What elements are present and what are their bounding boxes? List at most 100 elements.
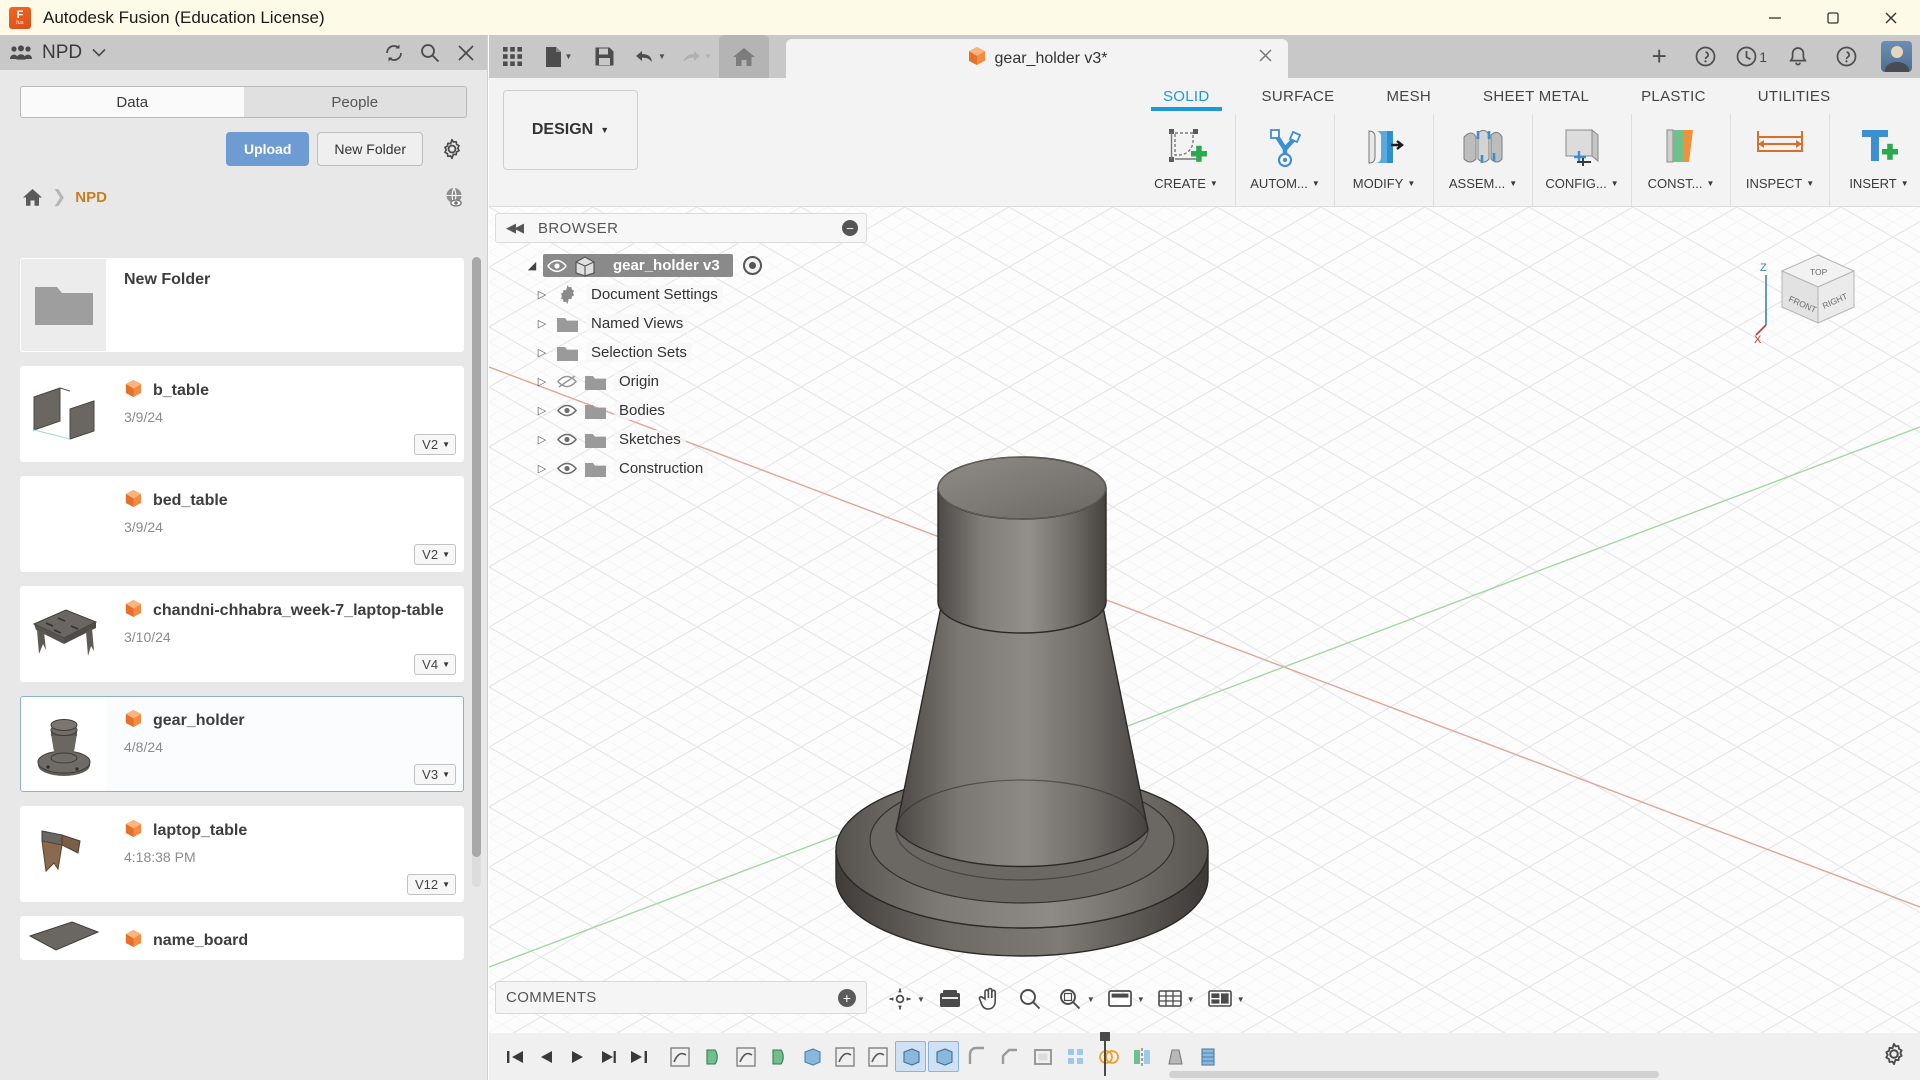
chevron-down-icon[interactable]: ▼ <box>704 52 712 61</box>
avatar[interactable] <box>1881 41 1912 72</box>
timeline-feature-sketch[interactable] <box>829 1041 860 1072</box>
timeline-feature-draft[interactable] <box>1159 1041 1190 1072</box>
tree-node-origin[interactable]: ▷ Origin <box>495 367 867 396</box>
timeline-feature-thread[interactable] <box>1192 1041 1223 1072</box>
expand-arrow-icon[interactable]: ▷ <box>531 317 553 330</box>
list-item[interactable]: New Folder <box>20 258 464 352</box>
tree-node-bodies[interactable]: ▷ Bodies <box>495 396 867 425</box>
tree-node-document-settings[interactable]: ▷ Document Settings <box>495 280 867 309</box>
pan-hand-icon[interactable] <box>971 980 1009 1018</box>
ribbon-group-modify[interactable]: MODIFY ▼ <box>1335 114 1434 206</box>
timeline-scrollbar[interactable] <box>1169 1071 1659 1078</box>
ribbon-group-configure[interactable]: CONFIG... ▼ <box>1533 114 1632 206</box>
redo-icon[interactable]: ▼ <box>673 35 719 78</box>
list-item[interactable]: gear_holder 4/8/24 V3 ▼ <box>20 696 464 792</box>
timeline-feature-chamfer[interactable] <box>994 1041 1025 1072</box>
eye-visible-icon[interactable] <box>553 432 581 447</box>
undo-icon[interactable]: ▼ <box>627 35 673 78</box>
step-back-icon[interactable] <box>530 1041 561 1072</box>
timeline-feature-sketch[interactable] <box>730 1041 761 1072</box>
grid-snap-icon[interactable] <box>1151 980 1189 1018</box>
tab-surface[interactable]: SURFACE <box>1236 78 1361 111</box>
close-icon[interactable] <box>1862 0 1920 35</box>
list-item[interactable]: chandni-chhabra_week-7_laptop-table 3/10… <box>20 586 464 682</box>
list-item[interactable]: name_board 4:18:38 PM <box>20 916 464 960</box>
tree-node-selection-sets[interactable]: ▷ Selection Sets <box>495 338 867 367</box>
tab-sheet-metal[interactable]: SHEET METAL <box>1457 78 1615 111</box>
home-icon[interactable] <box>719 35 769 78</box>
chevron-down-icon[interactable]: ▼ <box>1187 995 1195 1004</box>
globe-visibility-icon[interactable] <box>443 186 467 208</box>
orbit-icon[interactable] <box>881 980 919 1018</box>
timeline-feature-extrude[interactable] <box>796 1041 827 1072</box>
tab-plastic[interactable]: PLASTIC <box>1615 78 1732 111</box>
skip-start-icon[interactable] <box>499 1041 530 1072</box>
ribbon-group-construct[interactable]: CONST... ▼ <box>1632 114 1731 206</box>
eye-visible-icon[interactable] <box>553 461 581 476</box>
tab-people[interactable]: People <box>243 87 466 117</box>
breadcrumb-current[interactable]: NPD <box>75 189 107 206</box>
tree-node-sketches[interactable]: ▷ Sketches <box>495 425 867 454</box>
app-grid-icon[interactable] <box>489 35 535 78</box>
version-badge[interactable]: V12 ▼ <box>406 874 456 895</box>
browser-header[interactable]: ◀◀ BROWSER − <box>495 213 867 243</box>
tab-solid[interactable]: SOLID <box>1137 78 1236 111</box>
view-cube[interactable]: Z X TOP FRONT RIGHT <box>1754 229 1880 350</box>
timeline-feature-revolve[interactable] <box>697 1041 728 1072</box>
eye-visible-icon[interactable] <box>543 259 571 273</box>
chevron-down-icon[interactable] <box>92 46 106 60</box>
refresh-icon[interactable] <box>383 42 405 64</box>
job-status-icon[interactable]: 1 <box>1730 35 1773 78</box>
version-badge[interactable]: V3 ▼ <box>414 764 456 785</box>
timeline-marker[interactable] <box>1100 1032 1110 1076</box>
version-badge[interactable]: V2 ▼ <box>414 434 456 455</box>
upload-button[interactable]: Upload <box>225 132 310 166</box>
chevron-down-icon[interactable]: ▼ <box>658 52 666 61</box>
zoom-window-icon[interactable] <box>1051 980 1089 1018</box>
viewports-icon[interactable] <box>1201 980 1239 1018</box>
version-badge[interactable]: V2 ▼ <box>414 544 456 565</box>
chevron-down-icon[interactable]: ▼ <box>1237 995 1245 1004</box>
timeline-feature-combine[interactable] <box>1093 1041 1124 1072</box>
timeline-settings-gear-icon[interactable] <box>1882 1042 1906 1071</box>
tab-utilities[interactable]: UTILITIES <box>1732 78 1857 111</box>
bell-icon[interactable] <box>1775 35 1821 78</box>
ribbon-group-assemble[interactable]: ASSEM... ▼ <box>1434 114 1533 206</box>
timeline-feature-sketch[interactable] <box>862 1041 893 1072</box>
workspace-selector[interactable]: DESIGN ▼ <box>503 90 638 170</box>
document-tab[interactable]: gear_holder v3* <box>786 39 1288 78</box>
timeline-feature-extrude[interactable] <box>895 1041 926 1072</box>
minimize-circle-icon[interactable]: − <box>842 220 858 236</box>
list-item[interactable]: bed_table 3/9/24 V2 ▼ <box>20 476 464 572</box>
comments-bar[interactable]: COMMENTS + <box>495 981 867 1014</box>
play-icon[interactable] <box>561 1041 592 1072</box>
expand-arrow-icon[interactable]: ▷ <box>531 404 553 417</box>
timeline-feature-mirror[interactable] <box>1126 1041 1157 1072</box>
display-container-icon[interactable] <box>931 980 969 1018</box>
chevron-down-icon[interactable]: ▼ <box>1137 995 1145 1004</box>
expand-arrow-icon[interactable]: ▷ <box>531 462 553 475</box>
version-badge[interactable]: V4 ▼ <box>414 654 456 675</box>
new-document-icon[interactable]: ▼ <box>535 35 581 78</box>
step-forward-icon[interactable] <box>592 1041 623 1072</box>
list-item[interactable]: b_table 3/9/24 V2 ▼ <box>20 366 464 462</box>
tab-data[interactable]: Data <box>21 87 244 117</box>
scrollbar-thumb[interactable] <box>472 257 481 857</box>
maximize-icon[interactable] <box>1804 0 1862 35</box>
ribbon-group-inspect[interactable]: INSPECT ▼ <box>1731 114 1830 206</box>
collapse-left-icon[interactable]: ◀◀ <box>506 220 524 236</box>
home-icon[interactable] <box>22 188 43 207</box>
tree-node-root[interactable]: ◢ gear_holder v3 <box>513 251 867 280</box>
display-settings-icon[interactable] <box>1101 980 1139 1018</box>
timeline-feature-extrude[interactable] <box>928 1041 959 1072</box>
hub-name[interactable]: NPD <box>42 42 82 64</box>
save-icon[interactable] <box>581 35 627 78</box>
help-circle-icon[interactable] <box>1682 35 1728 78</box>
timeline-feature-revolve[interactable] <box>763 1041 794 1072</box>
minimize-icon[interactable] <box>1746 0 1804 35</box>
zoom-icon[interactable] <box>1011 980 1049 1018</box>
close-icon[interactable] <box>1257 47 1274 70</box>
chevron-down-icon[interactable]: ▼ <box>565 52 573 61</box>
expand-arrow-icon[interactable]: ▷ <box>531 288 553 301</box>
eye-hidden-icon[interactable] <box>553 374 581 389</box>
